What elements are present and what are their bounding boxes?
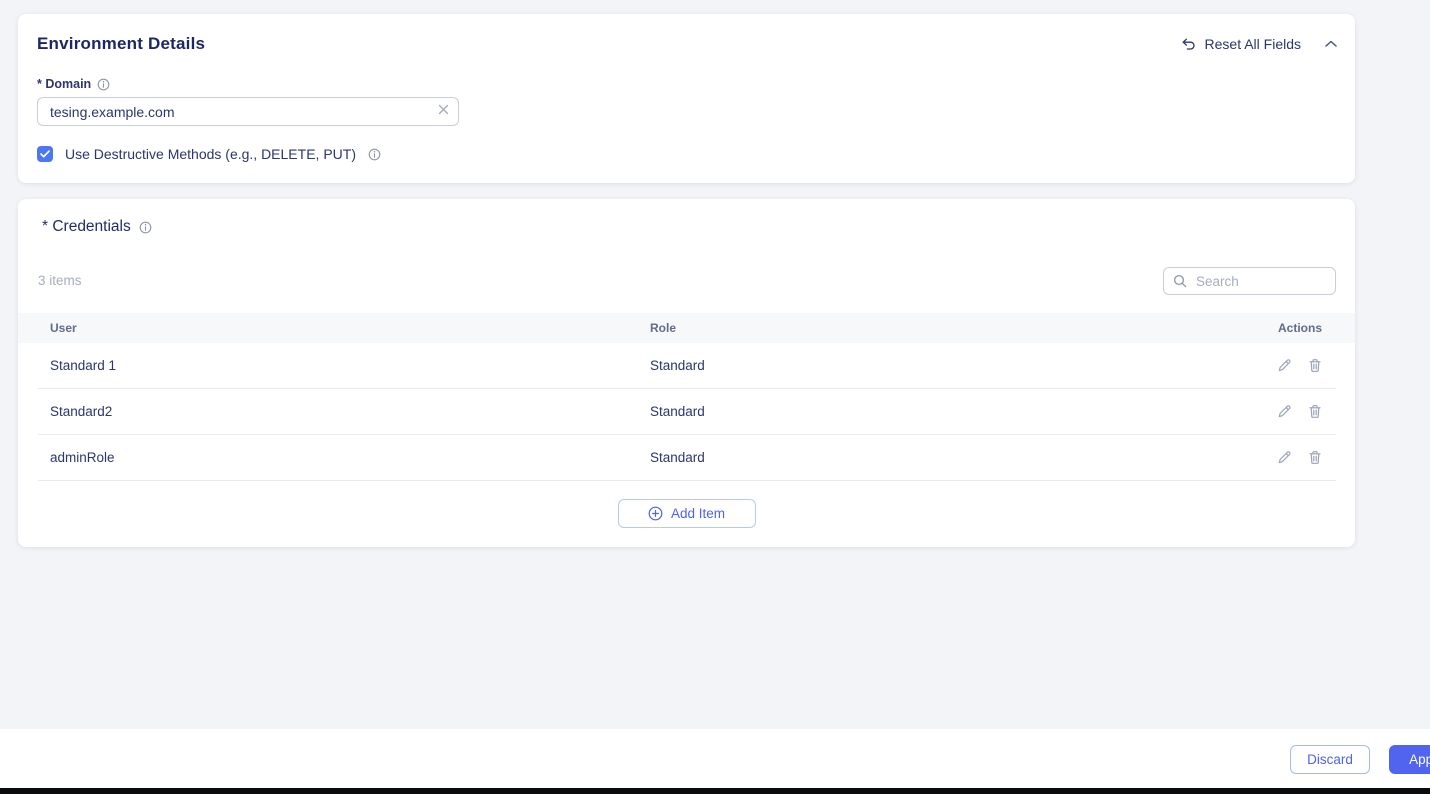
footer-action-bar: Discard Apply <box>0 729 1430 788</box>
credentials-title-row: * Credentials <box>42 218 152 236</box>
cell-role: Standard <box>650 450 1226 465</box>
cell-role: Standard <box>650 358 1226 373</box>
reset-all-fields-button[interactable]: Reset All Fields <box>1181 36 1301 52</box>
column-header-actions: Actions <box>1212 321 1322 335</box>
clear-x-icon[interactable] <box>438 104 449 115</box>
search-box <box>1163 267 1336 295</box>
chevron-up-icon <box>1325 40 1337 48</box>
domain-input[interactable] <box>37 97 459 126</box>
destructive-methods-checkbox[interactable] <box>37 146 53 162</box>
row-actions <box>1226 358 1322 373</box>
search-icon <box>1173 274 1187 288</box>
credentials-card: * Credentials 3 items User <box>18 199 1355 547</box>
edit-pencil-icon[interactable] <box>1277 404 1292 419</box>
table-row: Standard2 Standard <box>38 389 1336 435</box>
table-row: adminRole Standard <box>38 435 1336 481</box>
delete-trash-icon[interactable] <box>1308 404 1322 419</box>
collapse-section-button[interactable] <box>1325 40 1337 48</box>
row-actions <box>1226 450 1322 465</box>
add-item-label: Add Item <box>671 506 725 521</box>
page: Environment Details Reset All Fields <box>0 0 1430 794</box>
domain-label: * Domain <box>37 77 91 91</box>
search-input[interactable] <box>1163 267 1336 295</box>
edit-pencil-icon[interactable] <box>1277 358 1292 373</box>
table-row: Standard 1 Standard <box>38 343 1336 389</box>
column-header-role: Role <box>650 321 1212 335</box>
cell-user: Standard 1 <box>50 358 650 373</box>
plus-circle-icon <box>648 506 663 521</box>
reset-all-fields-label: Reset All Fields <box>1205 36 1301 52</box>
checkmark-icon <box>40 150 50 158</box>
info-icon[interactable] <box>368 148 381 161</box>
info-icon[interactable] <box>139 221 152 234</box>
apply-button[interactable]: Apply <box>1389 745 1430 774</box>
credentials-table: User Role Actions Standard 1 Standard <box>18 313 1355 481</box>
reset-icon <box>1181 37 1197 51</box>
add-item-button[interactable]: Add Item <box>618 499 756 528</box>
domain-field-label-row: * Domain <box>37 77 110 91</box>
destructive-methods-row: Use Destructive Methods (e.g., DELETE, P… <box>37 146 381 162</box>
cell-role: Standard <box>650 404 1226 419</box>
credentials-title: * Credentials <box>42 218 131 236</box>
column-header-user: User <box>50 321 650 335</box>
delete-trash-icon[interactable] <box>1308 450 1322 465</box>
info-icon[interactable] <box>97 78 110 91</box>
environment-details-card: Environment Details Reset All Fields <box>18 14 1355 183</box>
delete-trash-icon[interactable] <box>1308 358 1322 373</box>
row-actions <box>1226 404 1322 419</box>
environment-details-title: Environment Details <box>37 34 205 54</box>
domain-input-wrap <box>37 97 459 126</box>
destructive-methods-label: Use Destructive Methods (e.g., DELETE, P… <box>65 146 356 162</box>
cell-user: adminRole <box>50 450 650 465</box>
edit-pencil-icon[interactable] <box>1277 450 1292 465</box>
bottom-edge-bar <box>0 788 1430 794</box>
cell-user: Standard2 <box>50 404 650 419</box>
discard-button[interactable]: Discard <box>1290 745 1370 774</box>
card-header-controls: Reset All Fields <box>1181 36 1337 52</box>
table-header-row: User Role Actions <box>18 313 1355 343</box>
items-count: 3 items <box>38 273 82 288</box>
